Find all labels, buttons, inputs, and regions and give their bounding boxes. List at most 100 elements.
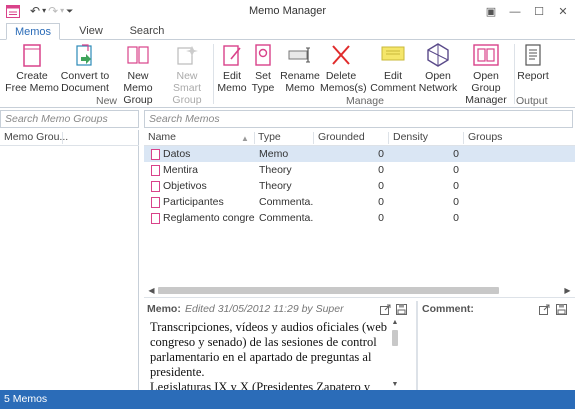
memo-density: 0 [453,212,459,224]
memo-edited-info: Edited 31/05/2012 11:29 by Super [185,303,344,315]
memo-name: Objetivos [163,180,207,192]
edit-comment-label-2: Comment [370,82,416,94]
ribbon-tabs: Memos View Search [0,23,575,40]
column-header-density[interactable]: Density [389,130,464,146]
memo-pane: Memo: Edited 31/05/2012 11:29 by Super T… [144,301,416,390]
column-header-grounded[interactable]: Grounded [314,130,389,146]
memo-header: Memo: Edited 31/05/2012 11:29 by Super [144,301,416,317]
group-label-output: Output [516,95,548,107]
memos-search-input[interactable] [145,111,572,127]
memo-grounded: 0 [378,164,384,176]
scroll-left-icon[interactable]: ◀ [146,285,157,296]
open-editor-icon[interactable] [380,304,391,315]
memos-search-box [144,110,573,128]
restore-panes-icon[interactable]: ▣ [479,0,503,23]
tab-search[interactable]: Search [124,23,170,40]
table-header: Name ▲ Type Grounded Density Groups [144,130,575,146]
scroll-up-icon[interactable]: ▲ [389,318,401,328]
new-memo-group-button[interactable]: New Memo Group [113,43,163,106]
convert-to-document-label-2: Document [61,82,109,94]
memo-type: Theory [259,164,292,176]
rename-memo-button[interactable]: Rename Memo [280,43,320,94]
edit-memo-button[interactable]: Edit Memo [216,43,248,94]
memo-label: Memo: [147,303,181,315]
comment-icon [381,46,405,61]
memo-text[interactable]: Transcripciones, vídeos y audios oficial… [150,320,390,390]
open-network-button[interactable]: Open Network [418,43,458,94]
scroll-right-icon[interactable]: ▶ [562,285,573,296]
memo-groups-search-input[interactable] [1,111,138,127]
scroll-down-icon[interactable]: ▼ [389,380,401,390]
maximize-button[interactable]: ☐ [527,0,551,23]
group-separator [514,44,515,104]
tab-memos[interactable]: Memos [6,23,60,40]
title-bar: ↶ ▾ ↷ ▾ ⏷ Memo Manager ▣ — ☐ ✕ [0,0,575,23]
ribbon: Create Free Memo Convert to Document New… [0,39,575,108]
memo-groups-pane: Memo Grou... [0,130,139,390]
open-editor-icon[interactable] [539,304,550,315]
table-row[interactable]: Reglamento congre... Commenta... 0 0 [144,210,575,226]
close-button[interactable]: ✕ [551,0,575,23]
save-icon[interactable] [396,304,407,315]
open-network-label-1: Open [425,70,451,82]
scrollbar-thumb[interactable] [158,287,499,294]
report-button[interactable]: Report [517,43,549,82]
memo-groups-search-box [0,110,139,128]
memo-name: Participantes [163,196,224,208]
create-free-memo-button[interactable]: Create Free Memo [4,43,60,94]
memo-grounded: 0 [378,148,384,160]
column-header-groups[interactable]: Groups [464,130,574,146]
scrollbar-thumb[interactable] [392,330,398,346]
column-header-type[interactable]: Type [254,130,314,146]
memo-name: Reglamento congre... [163,212,255,224]
memo-name: Mentira [163,164,199,176]
set-type-label-1: Set [255,70,271,82]
memo-density: 0 [453,148,459,160]
memo-icon [151,181,160,192]
new-smart-group-button[interactable]: New Smart Group [162,43,212,106]
new-memo-group-label-1: New Memo [123,70,153,94]
column-header-name[interactable]: Name [144,130,254,146]
delete-icon [332,45,350,65]
set-type-button[interactable]: Set Type [249,43,277,94]
memo-vertical-scrollbar[interactable]: ▲ ▼ [389,318,401,390]
column-divider[interactable] [62,132,63,144]
open-group-manager-button[interactable]: Open Group Manager [459,43,513,106]
table-row[interactable]: Datos Memo 0 0 [144,146,575,162]
minimize-button[interactable]: — [503,0,527,23]
horizontal-scrollbar[interactable]: ◀ ▶ [146,285,573,296]
memo-count: 5 Memos [4,393,48,405]
memo-groups-header: Memo Grou... [0,130,139,146]
window-controls: ▣ — ☐ ✕ [479,0,575,23]
tab-view[interactable]: View [72,23,110,40]
memo-icon [151,149,160,160]
sort-ascending-icon: ▲ [241,134,249,143]
save-icon[interactable] [556,304,567,315]
create-free-memo-label-2: Free Memo [5,82,59,94]
set-type-icon [255,44,271,66]
edit-memo-label-1: Edit [222,70,242,82]
convert-to-document-button[interactable]: Convert to Document [60,43,110,94]
table-row[interactable]: Participantes Commenta... 0 0 [144,194,575,210]
edit-memo-label-2: Memo [217,82,247,94]
memo-grounded: 0 [378,180,384,192]
memo-density: 0 [453,164,459,176]
table-row[interactable]: Mentira Theory 0 0 [144,162,575,178]
new-memo-group-label-2: Group [123,94,153,106]
memo-group-icon [127,46,149,64]
convert-document-icon [76,44,92,66]
table-row[interactable]: Objetivos Theory 0 0 [144,178,575,194]
delete-memos-button[interactable]: Delete Memos(s) [320,43,367,94]
memo-icon [151,197,160,208]
edit-comment-button[interactable]: Edit Comment [370,43,416,94]
memo-type: Commenta... [259,212,313,224]
report-label: Report [517,70,549,82]
group-manager-icon [473,44,499,66]
memos-table: Name ▲ Type Grounded Density Groups Dato… [144,130,575,298]
memo-type: Commenta... [259,196,313,208]
convert-to-document-label-1: Convert to [60,70,110,82]
open-network-label-2: Network [418,82,458,94]
memo-groups-column-header[interactable]: Memo Grou... [4,131,68,143]
create-free-memo-label-1: Create [16,70,48,82]
delete-memos-label-2: Memos(s) [320,82,367,94]
